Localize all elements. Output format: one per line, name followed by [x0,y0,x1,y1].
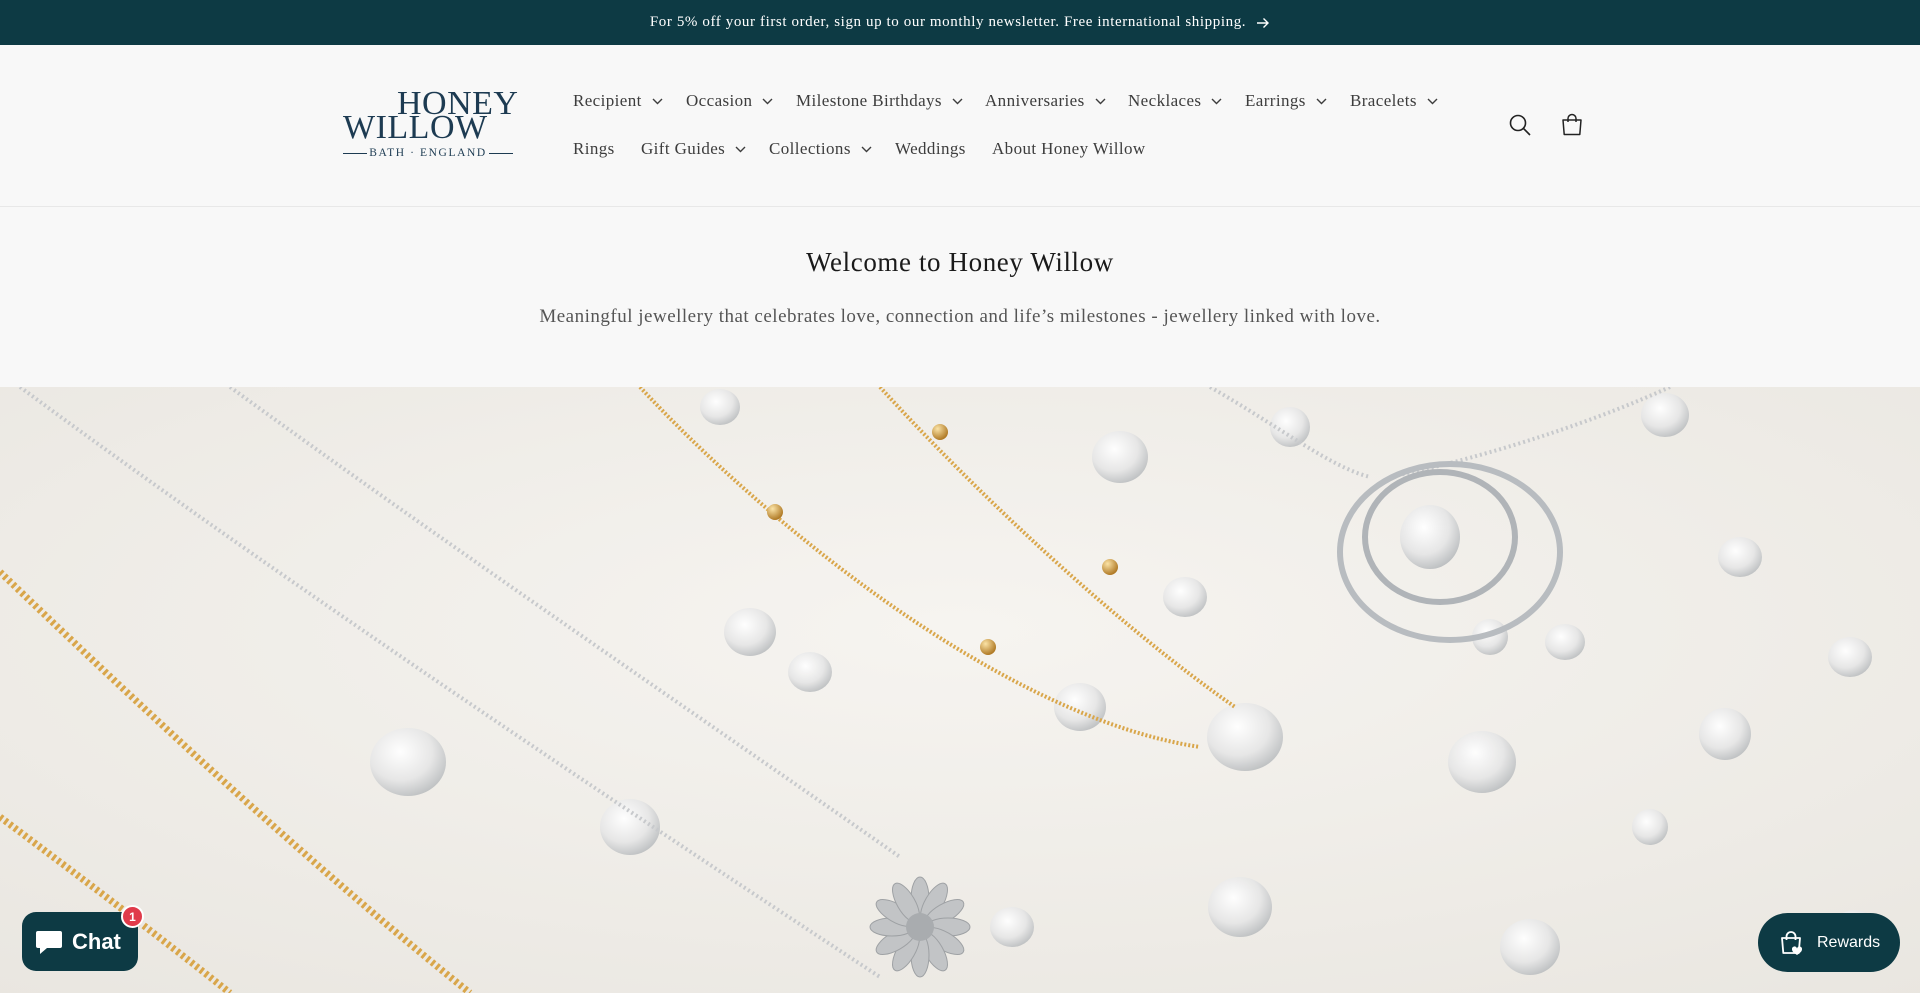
nav-item-label: Rings [573,139,615,158]
shopping-bag-heart-icon [1777,929,1805,957]
hero-jewellery-illustration [0,387,1920,993]
nav-item-label: Earrings [1245,91,1306,110]
nav-item-label: Necklaces [1128,91,1202,110]
nav-item-about-honey-willow[interactable]: About Honey Willow [992,135,1146,163]
chevron-down-icon [1095,98,1106,105]
site-header: HONEY WILLOW BATH · ENGLAND Recipient Occ… [0,45,1920,207]
nav-item-label: Collections [769,139,851,158]
chevron-down-icon [952,98,963,105]
main-nav: Recipient Occasion Milestone Birthdays Anni… [0,45,1920,207]
chevron-down-icon [652,98,663,105]
nav-item-rings[interactable]: Rings [573,135,615,163]
chevron-down-icon [1211,98,1222,105]
cart-icon[interactable] [1557,110,1587,140]
nav-item-recipient[interactable]: Recipient [573,87,663,115]
nav-item-label: Occasion [686,91,753,110]
hero-image[interactable] [0,387,1920,993]
chat-button[interactable]: Chat [22,912,138,971]
chat-bubble-icon [34,928,64,956]
nav-item-collections[interactable]: Collections [769,135,872,163]
nav-item-bracelets[interactable]: Bracelets [1350,87,1438,115]
nav-item-milestone-birthdays[interactable]: Milestone Birthdays [796,87,963,115]
nav-item-anniversaries[interactable]: Anniversaries [985,87,1106,115]
chevron-down-icon [735,146,746,153]
chevron-down-icon [762,98,773,105]
nav-item-gift-guides[interactable]: Gift Guides [641,135,746,163]
nav-item-label: Gift Guides [641,139,726,158]
chat-notification-badge: 1 [121,905,144,928]
nav-item-weddings[interactable]: Weddings [895,135,966,163]
rewards-button[interactable]: Rewards [1758,913,1900,972]
chevron-down-icon [861,146,872,153]
chevron-down-icon [1316,98,1327,105]
announcement-bar[interactable]: For 5% off your first order, sign up to … [0,0,1920,45]
nav-item-label: Milestone Birthdays [796,91,942,110]
nav-item-occasion[interactable]: Occasion [686,87,773,115]
nav-item-label: Bracelets [1350,91,1417,110]
welcome-subtitle: Meaningful jewellery that celebrates lov… [539,306,1381,327]
search-icon[interactable] [1505,110,1535,140]
rewards-label: Rewards [1817,933,1881,951]
nav-item-label: Weddings [895,139,966,158]
chevron-down-icon [1427,98,1438,105]
chat-label: Chat [72,928,121,954]
welcome-title: Welcome to Honey Willow [806,247,1114,277]
nav-item-necklaces[interactable]: Necklaces [1128,87,1222,115]
welcome-section: Welcome to Honey Willow Meaningful jewel… [0,207,1920,387]
announcement-text[interactable]: For 5% off your first order, sign up to … [650,14,1246,31]
arrow-right-icon[interactable] [1256,17,1270,29]
nav-item-label: Recipient [573,91,642,110]
nav-item-earrings[interactable]: Earrings [1245,87,1327,115]
nav-item-label: About Honey Willow [992,139,1146,158]
nav-item-label: Anniversaries [985,91,1085,110]
